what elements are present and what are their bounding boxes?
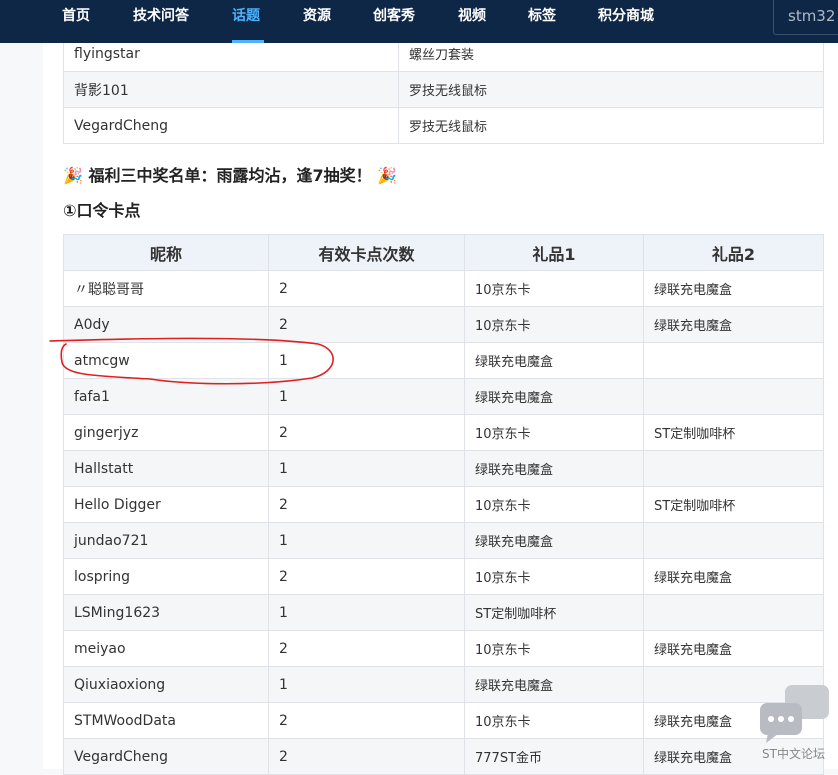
count-cell: 2 [268, 306, 465, 343]
table-row: jundao721 1 绿联充电魔盒 [63, 522, 824, 559]
prize-table-body: 〃聪聪哥哥 2 10京东卡 绿联充电魔盒 A0dy 2 10京东卡 绿联充电魔盒 atmcgw 1… [63, 270, 824, 775]
gift1-cell: 10京东卡 [464, 486, 644, 523]
party-popper-icon: 🎉 [377, 166, 398, 185]
gift1-cell: 绿联充电魔盒 [464, 522, 644, 559]
party-popper-icon: 🎉 [63, 166, 83, 185]
column-header-gift1: 礼品1 [464, 234, 644, 271]
count-cell: 1 [268, 342, 465, 379]
count-cell: 1 [268, 450, 465, 487]
gift2-cell [643, 378, 824, 415]
count-cell: 2 [268, 630, 465, 667]
count-cell: 2 [268, 414, 465, 451]
gift2-cell: 绿联充电魔盒 [643, 630, 824, 667]
nickname-cell: fafa1 [63, 378, 269, 415]
gift2-cell [643, 450, 824, 487]
nav-item-tags[interactable]: 标签 [528, 0, 556, 43]
table-row: atmcgw 1 绿联充电魔盒 [63, 342, 824, 379]
gift2-cell: 绿联充电魔盒 [643, 558, 824, 595]
nickname-cell: 〃聪聪哥哥 [63, 270, 269, 307]
table-row: LSMing1623 1 ST定制咖啡杯 [63, 594, 824, 631]
active-tab-indicator [232, 40, 264, 43]
count-cell: 1 [268, 666, 465, 703]
gift2-cell: ST定制咖啡杯 [643, 486, 824, 523]
gift2-cell [643, 342, 824, 379]
gift1-cell: 10京东卡 [464, 558, 644, 595]
gift1-cell: 绿联充电魔盒 [464, 378, 644, 415]
count-cell: 2 [268, 270, 465, 307]
top-navigation: 首页 技术问答 话题 资源 创客秀 视频 标签 积分商城 stm32 [0, 0, 838, 43]
column-header-nickname: 昵称 [63, 234, 269, 271]
subsection-title: ①口令卡点 [63, 201, 141, 220]
nickname-cell: STMWoodData [63, 702, 269, 739]
table-row: A0dy 2 10京东卡 绿联充电魔盒 [63, 306, 824, 343]
nickname-cell: Hello Digger [63, 486, 269, 523]
nickname-cell: gingerjyz [63, 414, 269, 451]
table-row: meiyao 2 10京东卡 绿联充电魔盒 [63, 630, 824, 667]
gift1-cell: 绿联充电魔盒 [464, 450, 644, 487]
nickname-cell: LSMing1623 [63, 594, 269, 631]
count-cell: 2 [268, 738, 465, 775]
gift1-cell: 10京东卡 [464, 630, 644, 667]
nickname-cell: 背影101 [63, 71, 399, 108]
table-row: Qiuxiaoxiong 1 绿联充电魔盒 [63, 666, 824, 703]
gift1-cell: 绿联充电魔盒 [464, 342, 644, 379]
nav-item-qa[interactable]: 技术问答 [133, 0, 189, 43]
table-row: lospring 2 10京东卡 绿联充电魔盒 [63, 558, 824, 595]
nickname-cell: lospring [63, 558, 269, 595]
nickname-cell: A0dy [63, 306, 269, 343]
column-header-count: 有效卡点次数 [268, 234, 465, 271]
table-header-row: 昵称 有效卡点次数 礼品1 礼品2 [63, 234, 824, 271]
prize-table-previous: flyingstar 螺丝刀套装 背影101 罗技无线鼠标 VegardChen… [63, 35, 824, 144]
gift2-cell: ST定制咖啡杯 [643, 414, 824, 451]
gift1-cell: 绿联充电魔盒 [464, 666, 644, 703]
nav-item-topics[interactable]: 话题 [232, 0, 260, 43]
prize-table: 昵称 有效卡点次数 礼品1 礼品2 〃聪聪哥哥 2 10京东卡 绿联充电魔盒 A0dy 2… [63, 234, 824, 775]
count-cell: 1 [268, 378, 465, 415]
count-cell: 2 [268, 558, 465, 595]
nickname-cell: atmcgw [63, 342, 269, 379]
gift1-cell: ST定制咖啡杯 [464, 594, 644, 631]
gift1-cell: 777ST金币 [464, 738, 644, 775]
section-title: 🎉 福利三中奖名单：雨露均沾，逢7抽奖！ 🎉 [63, 162, 397, 186]
nav-item-points-mall[interactable]: 积分商城 [598, 0, 654, 43]
gift2-cell [643, 594, 824, 631]
nav-item-video[interactable]: 视频 [458, 0, 486, 43]
nav-item-home[interactable]: 首页 [62, 0, 90, 43]
nickname-cell: Qiuxiaoxiong [63, 666, 269, 703]
table-row: 背影101 罗技无线鼠标 [63, 71, 824, 108]
table-row: gingerjyz 2 10京东卡 ST定制咖啡杯 [63, 414, 824, 451]
count-cell: 2 [268, 702, 465, 739]
nickname-cell: VegardCheng [63, 738, 269, 775]
gift1-cell: 10京东卡 [464, 306, 644, 343]
table-row: Hello Digger 2 10京东卡 ST定制咖啡杯 [63, 486, 824, 523]
nickname-cell: jundao721 [63, 522, 269, 559]
table-row: fafa1 1 绿联充电魔盒 [63, 378, 824, 415]
nickname-cell: Hallstatt [63, 450, 269, 487]
gift1-cell: 10京东卡 [464, 702, 644, 739]
gift1-cell: 10京东卡 [464, 414, 644, 451]
gift1-cell: 10京东卡 [464, 270, 644, 307]
count-cell: 1 [268, 522, 465, 559]
gift2-cell: 绿联充电魔盒 [643, 270, 824, 307]
nav-item-maker[interactable]: 创客秀 [373, 0, 415, 43]
table-row: 〃聪聪哥哥 2 10京东卡 绿联充电魔盒 [63, 270, 824, 307]
table-row: Hallstatt 1 绿联充电魔盒 [63, 450, 824, 487]
section-title-text: 福利三中奖名单：雨露均沾，逢7抽奖！ [88, 166, 372, 185]
gift2-cell [643, 522, 824, 559]
count-cell: 1 [268, 594, 465, 631]
gift-cell: 罗技无线鼠标 [398, 107, 824, 144]
gift2-cell: 绿联充电魔盒 [643, 306, 824, 343]
table-row: VegardCheng 罗技无线鼠标 [63, 107, 824, 144]
column-header-gift2: 礼品2 [643, 234, 824, 271]
count-cell: 2 [268, 486, 465, 523]
gift-cell: 罗技无线鼠标 [398, 71, 824, 108]
nav-item-resources[interactable]: 资源 [303, 0, 331, 43]
table-row: STMWoodData 2 10京东卡 绿联充电魔盒 [63, 702, 824, 739]
search-input[interactable]: stm32 [773, 0, 838, 35]
nickname-cell: VegardCheng [63, 107, 399, 144]
nickname-cell: meiyao [63, 630, 269, 667]
table-row: VegardCheng 2 777ST金币 绿联充电魔盒 [63, 738, 824, 775]
forum-label[interactable]: ST中文论坛 [762, 745, 825, 762]
